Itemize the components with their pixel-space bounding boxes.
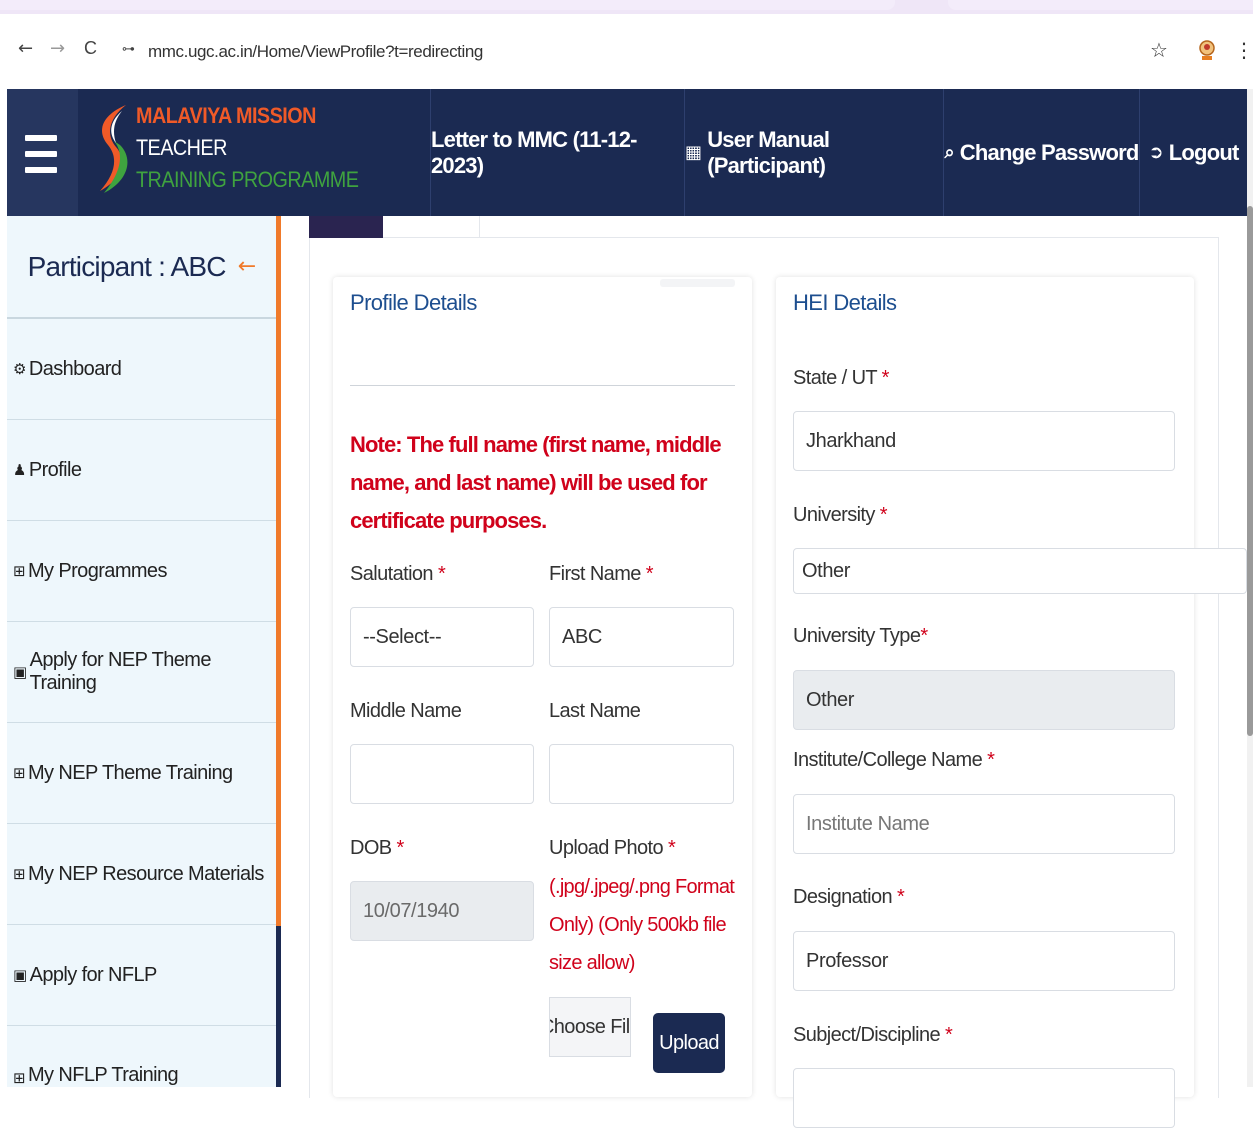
hei-details-title: HEI Details — [793, 290, 897, 315]
sidebar-item-my-nep-training[interactable]: ⊞ My NEP Theme Training — [7, 723, 276, 824]
sidebar-item-my-programmes[interactable]: ⊞ My Programmes — [7, 521, 276, 622]
card-tab-hint — [660, 279, 735, 287]
dob-input: 10/07/1940 — [350, 881, 534, 941]
scrollbar-thumb[interactable] — [1247, 206, 1253, 736]
back-icon[interactable]: ← — [18, 38, 33, 59]
sidebar-item-apply-nflp[interactable]: ▣ Apply for NFLP — [7, 925, 276, 1026]
nav-label: Letter to MMC (11-12-2023) — [431, 126, 637, 178]
upload-photo-note: (.jpg/.jpeg/.png Format Only) (Only 500k… — [549, 876, 735, 974]
sidebar-item-label: My Programmes — [27, 559, 167, 582]
nav-label: User Manual (Participant) — [707, 126, 830, 178]
edit-square-icon: ▣ — [13, 966, 27, 984]
edit-square-icon: ▣ — [13, 663, 27, 681]
sidebar-item-profile[interactable]: ♟ Profile — [7, 420, 276, 521]
sidebar-item-label: My NEP Theme Training — [27, 761, 233, 784]
choose-file-button[interactable]: Choose File — [549, 997, 631, 1057]
tab-divider — [479, 216, 480, 238]
first-name-label: First Name * — [549, 563, 654, 585]
nav-user-manual[interactable]: ▦ User Manual (Participant) — [684, 89, 943, 216]
profile-details-title: Profile Details — [350, 290, 477, 315]
subject-input[interactable] — [793, 1068, 1175, 1128]
browser-menu-icon[interactable]: ⋮ — [1234, 38, 1253, 62]
nav-logout[interactable]: ➲ Logout — [1139, 89, 1247, 216]
participant-name: Participant : ABC — [27, 250, 227, 282]
designation-label: Designation * — [793, 886, 905, 908]
logo-text-line1: MALAVIYA MISSION — [136, 103, 316, 128]
sidebar-item-apply-nep[interactable]: ▣ Apply for NEP Theme Training — [7, 622, 276, 723]
first-name-input[interactable]: ABC — [549, 607, 734, 667]
university-label: University * — [793, 504, 888, 526]
logo-swoosh-icon — [100, 105, 128, 193]
sidebar-item-dashboard[interactable]: ⚙ Dashboard — [7, 319, 276, 420]
salutation-label: Salutation * — [350, 563, 446, 585]
sidebar-item-my-nflp[interactable]: ⊞ My NFLP Training — [7, 1026, 276, 1087]
url-text[interactable]: mmc.ugc.ac.in/Home/ViewProfile?t=redirec… — [148, 42, 483, 62]
address-bar[interactable]: ⊶ mmc.ugc.ac.in/Home/ViewProfile?t=redir… — [112, 28, 1222, 76]
extension-icon[interactable] — [1197, 38, 1217, 62]
institute-label: Institute/College Name * — [793, 749, 995, 771]
user-icon: ♟ — [13, 461, 26, 479]
site-header: MALAVIYA MISSION TEACHER TRAINING PROGRA… — [7, 89, 1247, 216]
sidebar-item-label: My NFLP Training — [27, 1064, 179, 1086]
grid-icon: ⊞ — [13, 562, 26, 580]
browser-chrome: ← → C ⊶ mmc.ugc.ac.in/Home/ViewProfile?t… — [0, 0, 1253, 89]
sidebar-item-label: My NEP Resource Materials — [27, 862, 264, 885]
state-input[interactable]: Jharkhand — [793, 411, 1175, 471]
book-icon: ▦ — [685, 142, 702, 163]
nav-change-password[interactable]: ⌕ Change Password — [943, 89, 1139, 216]
site-info-icon[interactable]: ⊶ — [122, 42, 135, 57]
bookmark-star-icon[interactable]: ☆ — [1150, 38, 1168, 62]
tab-active[interactable] — [309, 216, 383, 238]
upload-photo-label: Upload Photo * — [549, 837, 676, 859]
last-name-label: Last Name — [549, 700, 641, 722]
last-name-input[interactable] — [549, 744, 734, 804]
sidebar-item-label: Profile — [28, 458, 82, 481]
subject-label: Subject/Discipline * — [793, 1024, 953, 1046]
logo-text-line2: TEACHER — [136, 135, 227, 160]
participant-title: Participant : ABC ← — [7, 216, 276, 319]
dob-label: DOB * — [350, 837, 404, 859]
page-scrollbar[interactable] — [1247, 89, 1253, 1087]
sidebar-item-label: Dashboard — [28, 357, 122, 380]
reload-icon[interactable]: C — [84, 38, 97, 59]
nav-label: Change Password — [959, 139, 1140, 165]
upload-button[interactable]: Upload — [653, 1013, 725, 1073]
grid-icon: ⊞ — [13, 764, 26, 782]
university-select[interactable]: Other — [793, 548, 1247, 594]
forward-icon[interactable]: → — [50, 38, 65, 59]
middle-name-input[interactable] — [350, 744, 534, 804]
certificate-note: Note: The full name (first name, middle … — [350, 432, 722, 533]
address-row: ← → C ⊶ mmc.ugc.ac.in/Home/ViewProfile?t… — [0, 14, 1253, 89]
key-icon: ⌕ — [944, 142, 955, 163]
browser-tab[interactable] — [0, 0, 895, 10]
mmc-logo[interactable]: MALAVIYA MISSION TEACHER TRAINING PROGRA… — [78, 89, 430, 216]
tab-strip — [0, 0, 1253, 14]
sidebar-item-label: Apply for NEP Theme Training — [29, 649, 212, 694]
collapse-arrow-icon[interactable]: ← — [238, 254, 256, 279]
hamburger-menu-button[interactable] — [7, 89, 78, 216]
dashboard-icon: ⚙ — [13, 360, 26, 378]
tab-bar — [309, 216, 1219, 238]
browser-tab[interactable] — [948, 0, 1253, 10]
grid-icon: ⊞ — [13, 865, 26, 883]
salutation-select[interactable]: --Select-- — [350, 607, 534, 667]
institute-input[interactable]: Institute Name — [793, 794, 1175, 854]
grid-icon: ⊞ — [13, 1069, 26, 1087]
logout-icon: ➲ — [1148, 142, 1163, 163]
divider — [350, 385, 735, 386]
sidebar-item-my-nep-resources[interactable]: ⊞ My NEP Resource Materials — [7, 824, 276, 925]
designation-input[interactable]: Professor — [793, 931, 1175, 991]
state-label: State / UT * — [793, 367, 889, 389]
nav-label: Logout — [1168, 139, 1240, 165]
sidebar-item-label: Apply for NFLP — [29, 963, 158, 986]
sidebar: Participant : ABC ← ⚙ Dashboard ♟ Profil… — [7, 216, 281, 1087]
nav-letter-to-mmc[interactable]: Letter to MMC (11-12-2023) — [430, 89, 684, 216]
university-type-label: University Type* — [793, 625, 928, 647]
logo-text-line3: TRAINING PROGRAMME — [136, 167, 359, 192]
university-type-input: Other — [793, 670, 1175, 730]
middle-name-label: Middle Name — [350, 700, 462, 722]
